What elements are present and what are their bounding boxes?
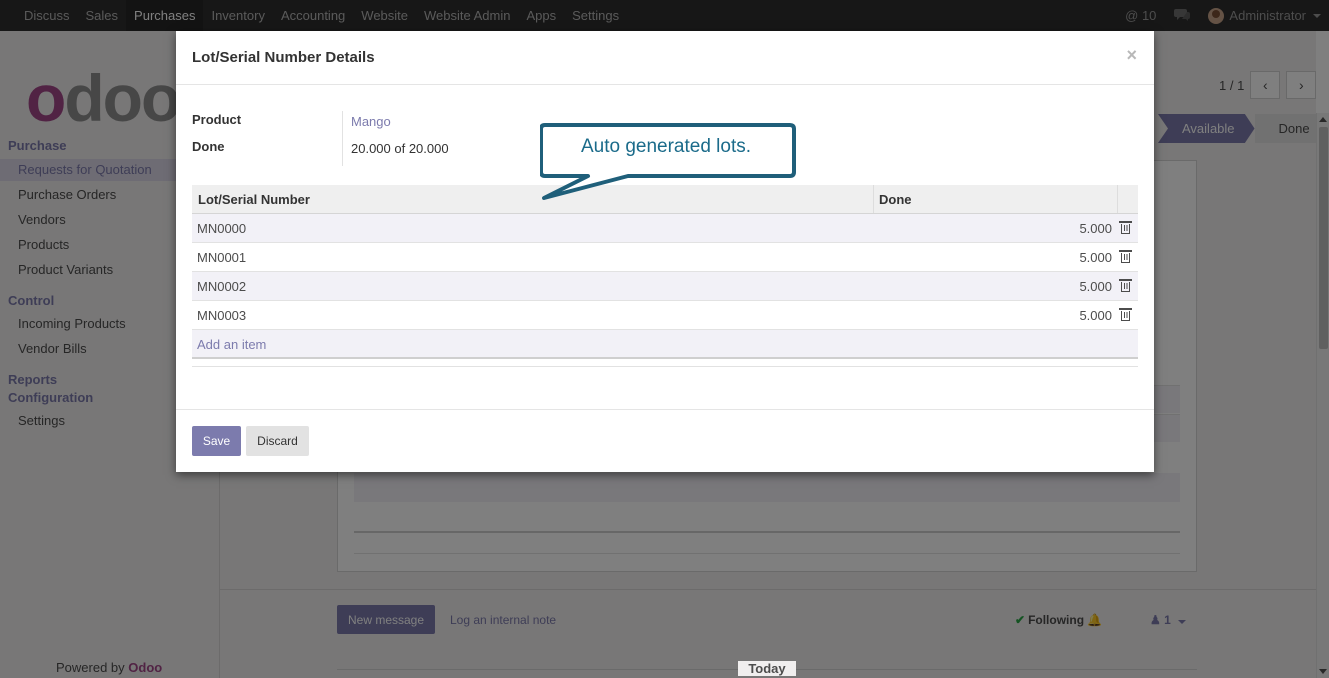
lot-table: Lot/Serial Number Done MN0000 5.000 MN00… [192,185,1138,367]
lot-cell[interactable]: MN0003 [192,308,874,323]
lot-cell[interactable]: MN0001 [192,250,874,265]
done-quantity: 20.000 of 20.000 [351,141,449,156]
trash-icon [1118,221,1132,234]
save-button[interactable]: Save [192,426,241,456]
table-row[interactable]: MN0003 5.000 [192,301,1138,330]
lot-cell[interactable]: MN0000 [192,221,874,236]
column-header-actions [1118,185,1138,213]
lot-cell[interactable]: MN0002 [192,279,874,294]
add-item-link[interactable]: Add an item [192,330,1138,359]
callout-bubble [540,123,796,200]
table-row[interactable]: MN0001 5.000 [192,243,1138,272]
done-cell[interactable]: 5.000 [874,308,1112,323]
delete-row-button[interactable] [1112,279,1138,292]
product-link[interactable]: Mango [351,114,391,129]
done-cell[interactable]: 5.000 [874,279,1112,294]
done-cell[interactable]: 5.000 [874,221,1112,236]
delete-row-button[interactable] [1112,250,1138,263]
dialog-footer: Save Discard [176,409,1154,472]
column-header-done[interactable]: Done [874,185,1118,213]
done-label: Done [192,139,225,154]
delete-row-button[interactable] [1112,221,1138,234]
trash-icon [1118,308,1132,321]
table-footer [192,359,1138,367]
delete-row-button[interactable] [1112,308,1138,321]
done-cell[interactable]: 5.000 [874,250,1112,265]
trash-icon [1118,279,1132,292]
discard-button[interactable]: Discard [246,426,309,456]
dialog-header: Lot/Serial Number Details × [176,31,1154,85]
trash-icon [1118,250,1132,263]
product-label: Product [192,112,242,127]
callout-text: Auto generated lots. [580,136,752,157]
table-row[interactable]: MN0000 5.000 [192,214,1138,243]
close-icon[interactable]: × [1126,45,1137,66]
table-body: MN0000 5.000 MN0001 5.000 MN0002 5.000 M… [192,214,1138,330]
dialog-title: Lot/Serial Number Details [192,49,375,66]
tutorial-callout: Auto generated lots. [540,122,798,212]
table-row[interactable]: MN0002 5.000 [192,272,1138,301]
field-separator [342,111,343,166]
lot-details-dialog: Lot/Serial Number Details × Product Done… [176,31,1154,472]
